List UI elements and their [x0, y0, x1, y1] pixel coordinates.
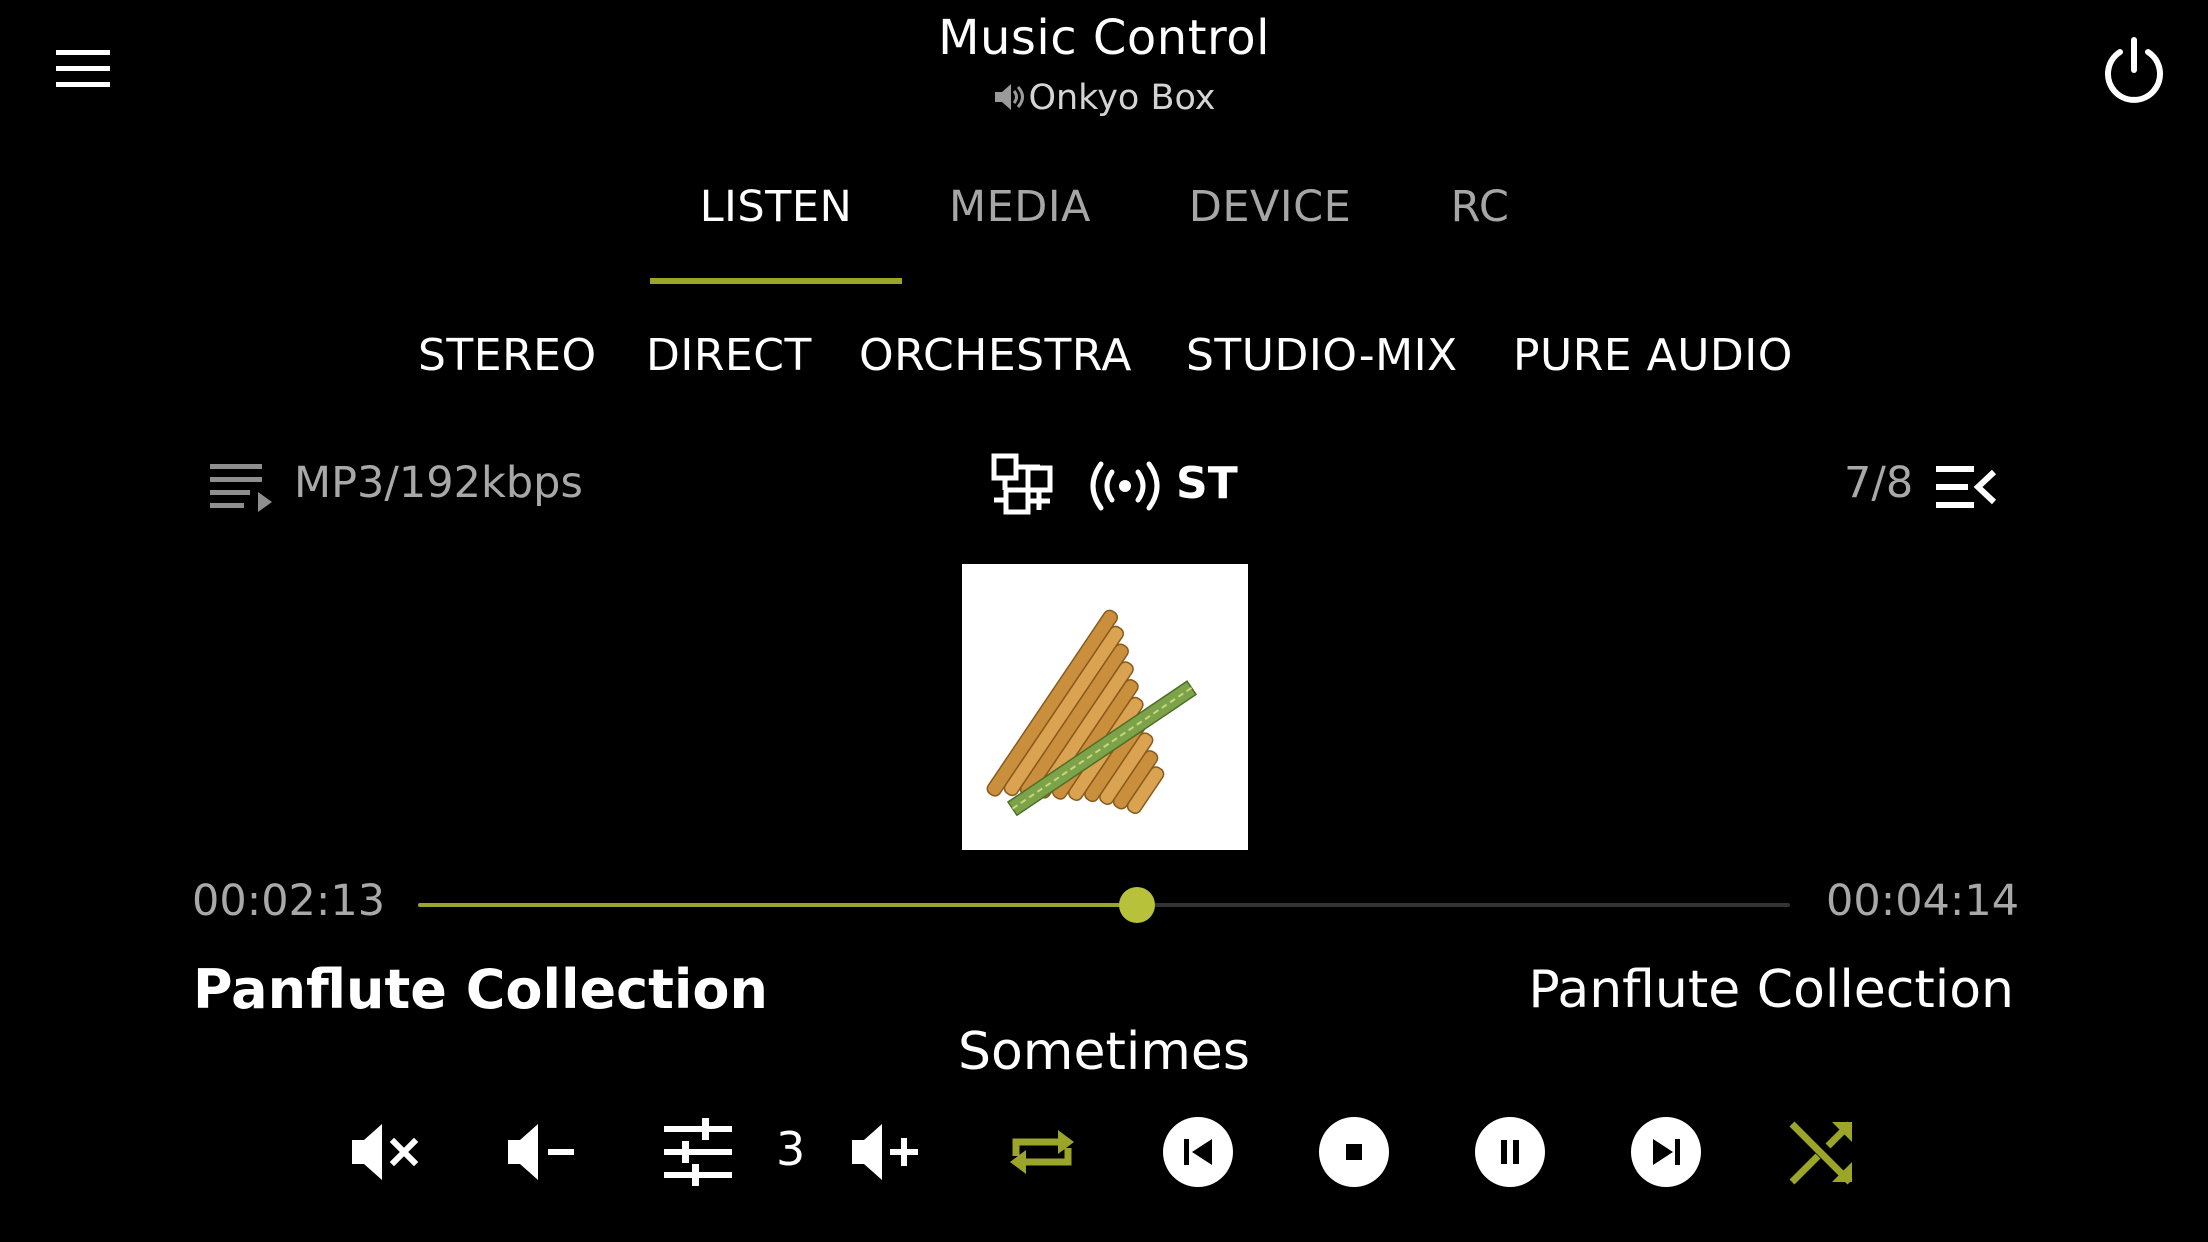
queue-play-icon	[208, 460, 276, 512]
album-title: Panflute Collection	[193, 958, 768, 1021]
panflute-image	[962, 564, 1248, 850]
mode-pure-audio[interactable]: PURE AUDIO	[1513, 330, 1793, 381]
album-cover	[962, 564, 1248, 850]
skip-previous-icon	[1163, 1117, 1233, 1187]
progress-fill	[418, 903, 1137, 907]
artist-name: Panflute Collection	[1528, 960, 2014, 1020]
repeat-button[interactable]	[1002, 1112, 1082, 1192]
equalizer-button[interactable]	[658, 1112, 738, 1192]
track-counter: 7/8	[1844, 458, 1914, 508]
shuffle-icon	[1789, 1121, 1853, 1185]
repeat-icon	[1010, 1130, 1074, 1174]
next-button[interactable]	[1626, 1112, 1706, 1192]
volume-down-button[interactable]	[502, 1112, 582, 1192]
tab-rc[interactable]: RC	[1430, 182, 1530, 242]
device-name: Onkyo Box	[1028, 78, 1216, 118]
audio-format: MP3/192kbps	[294, 458, 583, 508]
volume-down-icon	[508, 1124, 574, 1180]
pause-icon	[1475, 1117, 1545, 1187]
stop-icon	[1319, 1117, 1389, 1187]
progress-thumb[interactable]	[1118, 887, 1155, 923]
signal-type: ST	[1176, 458, 1238, 509]
tab-media[interactable]: MEDIA	[930, 182, 1110, 242]
page-title: Music Control	[938, 10, 1270, 66]
tab-device[interactable]: DEVICE	[1170, 182, 1370, 242]
volume-mute-icon	[352, 1124, 419, 1180]
volume-up-icon	[852, 1124, 918, 1180]
mode-stereo[interactable]: STEREO	[418, 330, 597, 381]
stop-button[interactable]	[1314, 1112, 1394, 1192]
power-icon	[2105, 37, 2163, 103]
equalizer-icon	[664, 1118, 732, 1186]
song-title: Sometimes	[957, 1022, 1251, 1082]
progress-bar[interactable]	[418, 887, 1790, 923]
total-time: 00:04:14	[1826, 876, 2020, 926]
shuffle-button[interactable]	[1782, 1112, 1862, 1192]
playlist-icon	[1936, 466, 1997, 508]
previous-button[interactable]	[1158, 1112, 1238, 1192]
current-time: 00:02:13	[192, 876, 386, 926]
active-tab-indicator	[650, 278, 902, 284]
network-icon	[988, 450, 1058, 522]
mode-studio-mix[interactable]: STUDIO-MIX	[1186, 330, 1458, 381]
mode-orchestra[interactable]: ORCHESTRA	[859, 330, 1132, 381]
tab-listen[interactable]: LISTEN	[650, 182, 902, 242]
mute-button[interactable]	[346, 1112, 426, 1192]
speaker-icon	[992, 81, 1026, 113]
mode-direct[interactable]: DIRECT	[646, 330, 812, 381]
power-button[interactable]	[2096, 32, 2172, 108]
device-subtitle: Onkyo Box	[0, 78, 2208, 118]
radio-signal-icon	[1090, 460, 1160, 512]
volume-up-button[interactable]	[846, 1112, 926, 1192]
skip-next-icon	[1631, 1117, 1701, 1187]
playlist-button[interactable]	[1934, 462, 1998, 512]
volume-level: 3	[776, 1122, 806, 1176]
pause-button[interactable]	[1470, 1112, 1550, 1192]
